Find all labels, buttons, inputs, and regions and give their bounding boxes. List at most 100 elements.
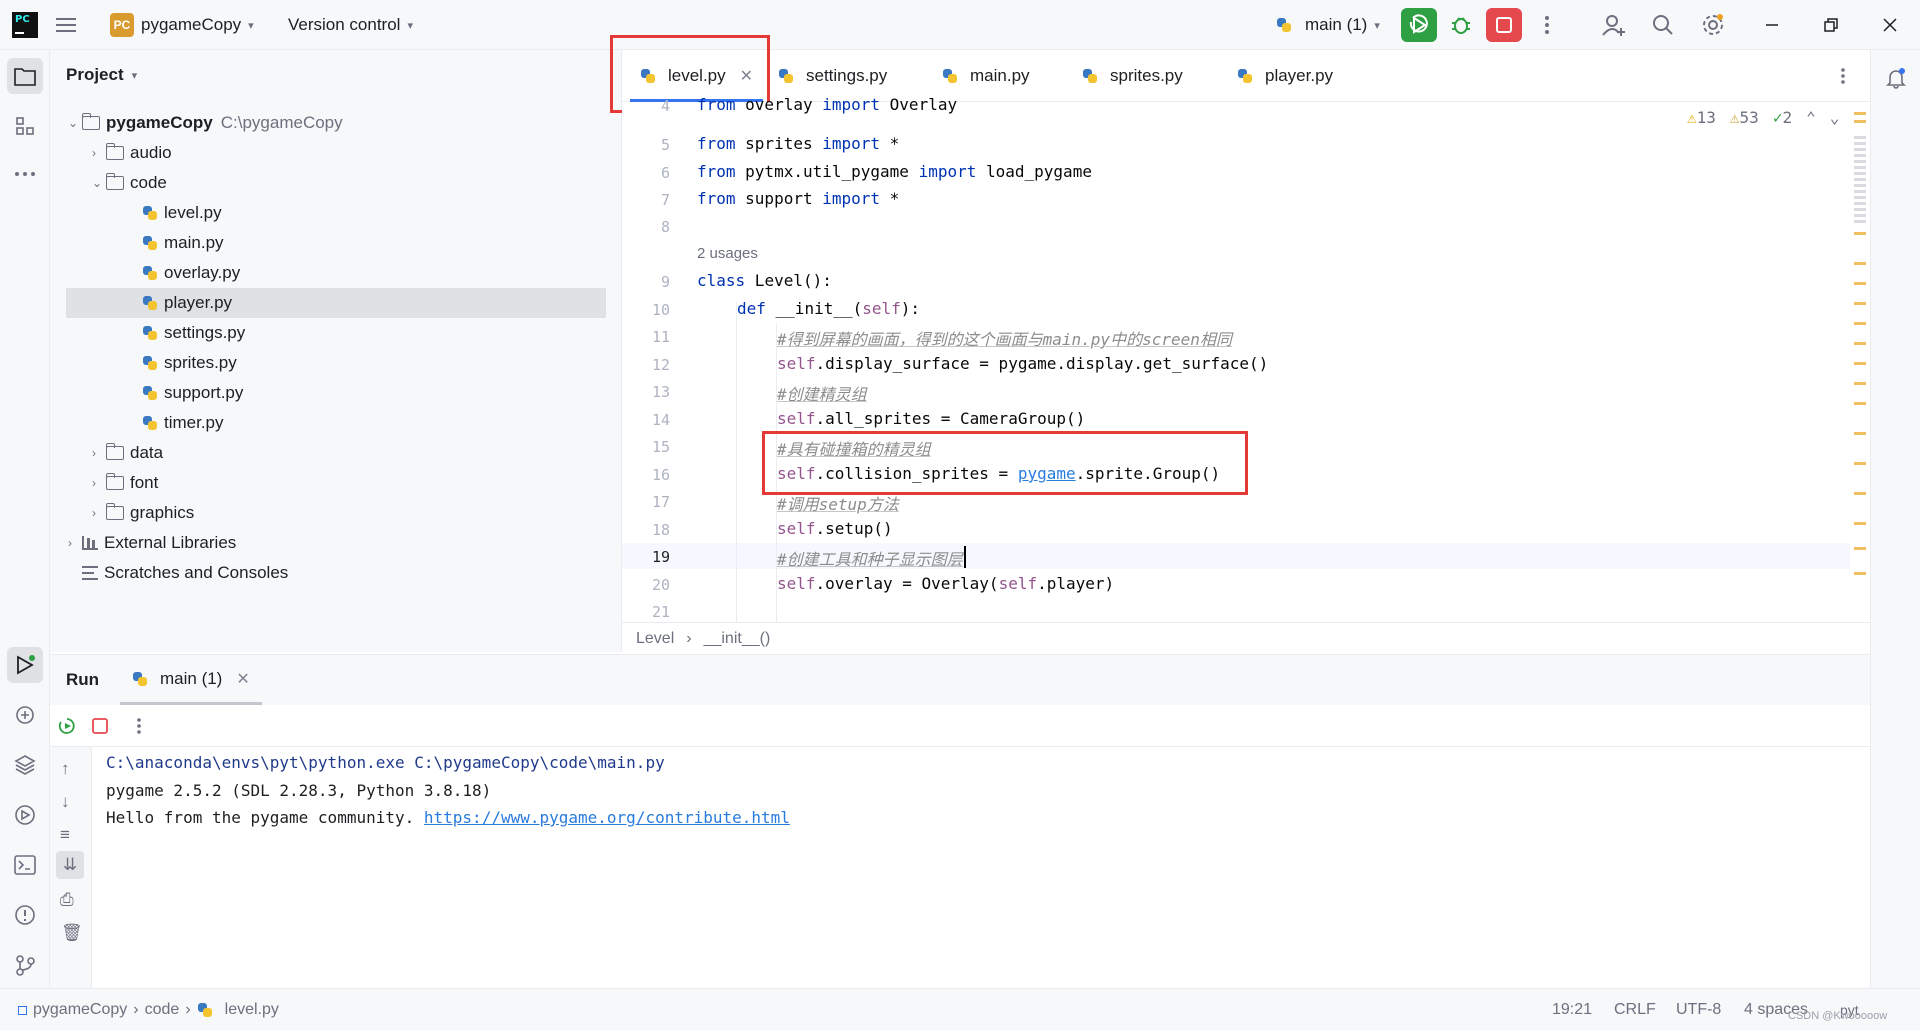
usages-hint[interactable]: 2 usages — [697, 245, 758, 262]
line-number: 18 — [651, 521, 670, 539]
warning-marker[interactable] — [1854, 342, 1866, 345]
tree-item-timer-py[interactable]: timer.py — [50, 408, 610, 438]
tree-item-player-py[interactable]: player.py — [66, 288, 606, 318]
python-file-icon — [142, 205, 158, 221]
warning-marker[interactable] — [1854, 492, 1866, 495]
tree-item-label: graphics — [130, 503, 195, 522]
console-output-line: Hello from the pygame community. https:/… — [106, 808, 790, 827]
tab-player-py[interactable]: player.py — [1237, 50, 1333, 102]
tree-item-sprites-py[interactable]: sprites.py — [50, 348, 610, 378]
chevron-right-icon: › — [92, 446, 96, 460]
tree-item-code[interactable]: ⌄ code — [50, 168, 610, 198]
tree-item-scratches[interactable]: Scratches and Consoles — [50, 558, 610, 588]
warning-marker[interactable] — [1854, 572, 1866, 575]
problems-button[interactable] — [7, 897, 43, 933]
warning-marker[interactable] — [1854, 112, 1866, 115]
tree-item-external-libraries[interactable]: › External Libraries — [50, 528, 610, 558]
scroll-to-end-icon[interactable]: ⇊ — [56, 851, 84, 879]
arrow-up-icon[interactable]: ↑ — [61, 759, 70, 779]
stop-button[interactable] — [1486, 8, 1522, 42]
warning-marker[interactable] — [1854, 547, 1866, 550]
soft-wrap-icon[interactable]: ≡ — [60, 825, 70, 845]
warning-marker[interactable] — [1854, 120, 1866, 123]
line-number: 16 — [651, 466, 670, 484]
main-menu-button[interactable] — [56, 0, 76, 50]
notifications-button[interactable] — [1878, 60, 1914, 96]
run-config-selector[interactable]: main (1) ▾ — [1276, 0, 1380, 50]
tree-item-font[interactable]: › font — [50, 468, 610, 498]
inspection-widget[interactable]: ⚠13 ⚠53 ✓2 ⌃ ⌄ — [1687, 108, 1839, 127]
warning-marker[interactable] — [1854, 382, 1866, 385]
tab-options-button[interactable] — [1840, 50, 1846, 102]
code-editor[interactable]: ⚠13 ⚠53 ✓2 ⌃ ⌄ 4 5 6 7 8 9 10 11 12 13 1… — [622, 95, 1870, 687]
stop-icon[interactable] — [92, 718, 108, 734]
more-tools-button[interactable] — [7, 156, 43, 192]
line-number: 17 — [651, 493, 670, 511]
warning-marker[interactable] — [1854, 322, 1866, 325]
rerun-icon[interactable] — [58, 717, 76, 735]
chevron-up-icon[interactable]: ⌃ — [1806, 108, 1816, 127]
close-window-button[interactable] — [1872, 8, 1908, 42]
tree-item-data[interactable]: › data — [50, 438, 610, 468]
search-button[interactable] — [1645, 8, 1681, 42]
tree-item-settings-py[interactable]: settings.py — [50, 318, 610, 348]
breadcrumb-method[interactable]: __init__() — [704, 630, 771, 648]
status-crumb[interactable]: code — [145, 1001, 180, 1019]
warning-marker[interactable] — [1854, 262, 1866, 265]
tree-item-audio[interactable]: › audio — [50, 138, 610, 168]
tree-item-support-py[interactable]: support.py — [50, 378, 610, 408]
warning-marker[interactable] — [1854, 402, 1866, 405]
debug-button[interactable] — [1443, 8, 1479, 42]
project-tool-button[interactable] — [7, 58, 43, 94]
project-switcher[interactable]: PC pygameCopy ▾ — [110, 0, 254, 50]
terminal-button[interactable] — [7, 847, 43, 883]
status-crumb[interactable]: pygameCopy — [33, 1001, 127, 1019]
warning-marker[interactable] — [1854, 302, 1866, 305]
code-line: def __init__(self): — [737, 299, 921, 318]
trash-icon[interactable]: 🗑 — [61, 923, 83, 943]
close-tab-icon[interactable]: ✕ — [236, 669, 249, 689]
warning-marker[interactable] — [1854, 362, 1866, 365]
print-icon[interactable]: ⎙ — [60, 890, 74, 910]
code-with-me-button[interactable] — [1596, 8, 1632, 42]
project-panel-header[interactable]: Project ▾ — [66, 65, 137, 85]
warning-marker[interactable] — [1854, 432, 1866, 435]
structure-tool-button[interactable] — [7, 108, 43, 144]
scratches-icon — [82, 566, 98, 580]
git-button[interactable] — [7, 947, 43, 983]
more-vertical-icon[interactable] — [136, 717, 142, 735]
minimize-button[interactable] — [1754, 8, 1790, 42]
line-number: 8 — [660, 218, 670, 236]
tree-item-graphics[interactable]: › graphics — [50, 498, 610, 528]
restore-icon — [1824, 18, 1838, 32]
services-button[interactable] — [7, 797, 43, 833]
chevron-down-icon[interactable]: ⌄ — [1830, 108, 1840, 127]
python-console-button[interactable] — [7, 697, 43, 733]
tree-root[interactable]: ⌄ pygameCopy C:\pygameCopy — [50, 108, 610, 138]
settings-button[interactable] — [1695, 8, 1731, 42]
tab-sprites-py[interactable]: sprites.py — [1082, 50, 1183, 102]
version-control-menu[interactable]: Version control ▾ — [288, 0, 413, 50]
breadcrumb-class[interactable]: Level — [636, 630, 674, 648]
python-packages-button[interactable] — [7, 747, 43, 783]
run-tab-main[interactable]: main (1) ✕ — [120, 655, 262, 705]
warning-marker[interactable] — [1854, 522, 1866, 525]
right-tool-strip — [1870, 50, 1920, 988]
tree-item-overlay-py[interactable]: overlay.py — [50, 258, 610, 288]
console-link[interactable]: https://www.pygame.org/contribute.html — [424, 808, 790, 827]
warning-marker[interactable] — [1854, 462, 1866, 465]
arrow-down-icon[interactable]: ↓ — [61, 792, 70, 812]
tree-item-main-py[interactable]: main.py — [50, 228, 610, 258]
more-actions-button[interactable] — [1529, 8, 1565, 42]
line-separator[interactable]: CRLF — [1614, 989, 1656, 1030]
restore-button[interactable] — [1813, 8, 1849, 42]
warning-marker[interactable] — [1854, 232, 1866, 235]
tree-item-level-py[interactable]: level.py — [50, 198, 610, 228]
warning-marker[interactable] — [1854, 282, 1866, 285]
status-crumb[interactable]: level.py — [225, 1001, 279, 1019]
scrollbar-thumb[interactable] — [1854, 136, 1866, 226]
file-encoding[interactable]: UTF-8 — [1676, 989, 1721, 1030]
rerun-button[interactable] — [1401, 8, 1437, 42]
run-tool-button[interactable] — [7, 647, 43, 683]
caret-position[interactable]: 19:21 — [1552, 989, 1592, 1030]
